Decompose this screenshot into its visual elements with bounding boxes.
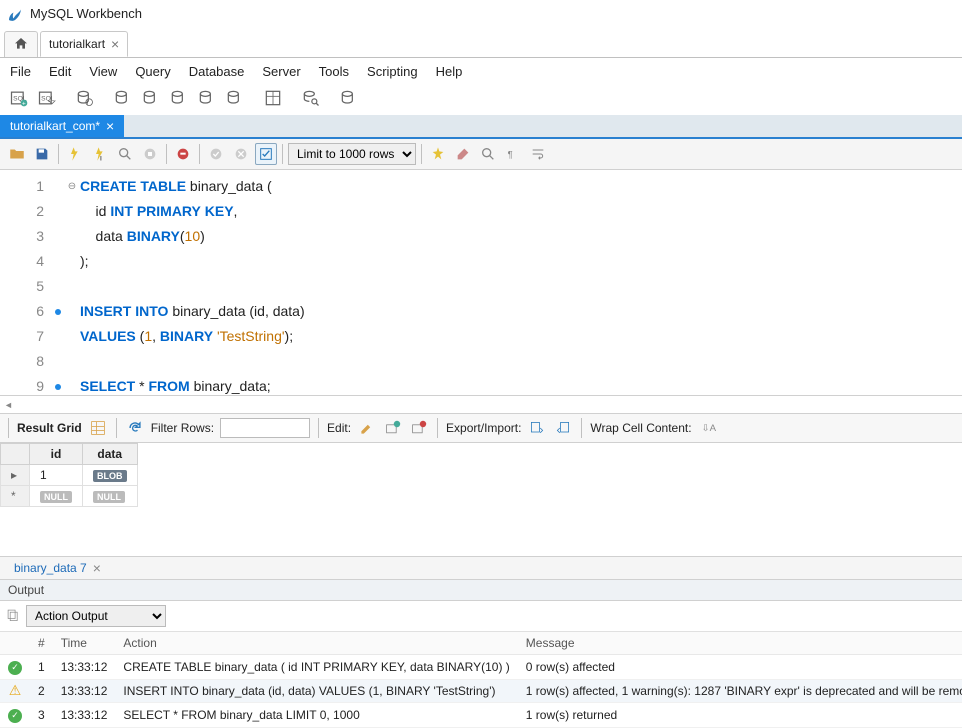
grid-icon[interactable] xyxy=(88,418,108,438)
stop-icon[interactable] xyxy=(139,143,161,165)
connection-tab-label: tutorialkart xyxy=(49,37,105,51)
rollback-icon[interactable] xyxy=(230,143,252,165)
result-grid-label: Result Grid xyxy=(17,421,82,435)
new-sql-tab-icon[interactable]: SQL+ xyxy=(8,87,30,109)
output-header: Output xyxy=(0,580,962,601)
output-row[interactable]: ✓313:33:12SELECT * FROM binary_data LIMI… xyxy=(0,703,962,728)
delete-row-icon[interactable] xyxy=(409,418,429,438)
commit-icon[interactable] xyxy=(205,143,227,165)
menu-tools[interactable]: Tools xyxy=(319,64,349,79)
svg-text:i: i xyxy=(87,100,88,106)
svg-text:SQL: SQL xyxy=(41,95,55,102)
connection-tabstrip: tutorialkart × xyxy=(0,28,962,58)
refresh-icon[interactable] xyxy=(125,418,145,438)
editor-tab-label: tutorialkart_com* xyxy=(10,119,100,133)
filter-label: Filter Rows: xyxy=(151,421,214,435)
editor-scrollbar[interactable] xyxy=(0,395,962,413)
db-icon-3[interactable] xyxy=(168,87,190,109)
home-tab[interactable] xyxy=(4,31,38,57)
output-row[interactable]: ⚠213:33:12INSERT INTO binary_data (id, d… xyxy=(0,679,962,703)
autocommit-icon[interactable] xyxy=(255,143,277,165)
close-icon[interactable]: × xyxy=(111,37,119,51)
search-db-icon[interactable] xyxy=(300,87,322,109)
stop-on-error-icon[interactable] xyxy=(172,143,194,165)
db-icon-1[interactable] xyxy=(112,87,134,109)
table-icon[interactable] xyxy=(262,87,284,109)
result-toolbar: Result Grid Filter Rows: Edit: Export/Im… xyxy=(0,413,962,443)
editor-toolbar: I Limit to 1000 rows ¶ xyxy=(0,139,962,171)
svg-text:⇩A: ⇩A xyxy=(701,423,715,434)
explain-icon[interactable] xyxy=(114,143,136,165)
table-row[interactable]: * NULL NULL xyxy=(1,486,138,507)
output-table: # Time Action Message ✓113:33:12CREATE T… xyxy=(0,632,962,728)
app-icon xyxy=(6,5,24,23)
menu-query[interactable]: Query xyxy=(135,64,170,79)
limit-select[interactable]: Limit to 1000 rows xyxy=(288,143,416,165)
output-toolbar: Action Output xyxy=(0,601,962,632)
result-grid[interactable]: id data ▸ 1 BLOB * NULL NULL xyxy=(0,443,962,556)
menu-file[interactable]: File xyxy=(10,64,31,79)
brush-icon[interactable] xyxy=(452,143,474,165)
svg-text:I: I xyxy=(100,156,102,162)
editor-tab[interactable]: tutorialkart_com* × xyxy=(0,115,124,137)
window-title: MySQL Workbench xyxy=(30,6,142,21)
menu-help[interactable]: Help xyxy=(436,64,463,79)
col-data[interactable]: data xyxy=(83,444,138,465)
close-icon[interactable]: × xyxy=(93,561,101,575)
titlebar: MySQL Workbench xyxy=(0,0,962,28)
execute-icon[interactable] xyxy=(64,143,86,165)
menu-scripting[interactable]: Scripting xyxy=(367,64,418,79)
main-toolbar: SQL+ SQL i xyxy=(0,83,962,115)
output-copy-icon[interactable] xyxy=(6,608,20,625)
wrap-icon[interactable] xyxy=(527,143,549,165)
find-icon[interactable] xyxy=(477,143,499,165)
export-label: Export/Import: xyxy=(446,421,521,435)
result-tabstrip: binary_data 7 × xyxy=(0,557,962,581)
svg-text:¶: ¶ xyxy=(508,149,513,159)
db-icon-2[interactable] xyxy=(140,87,162,109)
invisible-chars-icon[interactable]: ¶ xyxy=(502,143,524,165)
open-sql-icon[interactable]: SQL xyxy=(36,87,58,109)
table-row[interactable]: ▸ 1 BLOB xyxy=(1,465,138,486)
beautify-icon[interactable] xyxy=(427,143,449,165)
menubar: File Edit View Query Database Server Too… xyxy=(0,58,962,83)
svg-text:+: + xyxy=(22,100,26,107)
wrap-cell-icon[interactable]: ⇩A xyxy=(698,418,718,438)
execute-cursor-icon[interactable]: I xyxy=(89,143,111,165)
db-icon-5[interactable] xyxy=(224,87,246,109)
connection-tab[interactable]: tutorialkart × xyxy=(40,31,128,57)
db-reconnect-icon[interactable] xyxy=(338,87,360,109)
col-id[interactable]: id xyxy=(30,444,83,465)
output-type-select[interactable]: Action Output xyxy=(26,605,166,627)
menu-view[interactable]: View xyxy=(89,64,117,79)
menu-database[interactable]: Database xyxy=(189,64,245,79)
open-file-icon[interactable] xyxy=(6,143,28,165)
import-icon[interactable] xyxy=(553,418,573,438)
export-icon[interactable] xyxy=(527,418,547,438)
db-admin-icon[interactable]: i xyxy=(74,87,96,109)
db-icon-4[interactable] xyxy=(196,87,218,109)
edit-label: Edit: xyxy=(327,421,351,435)
save-icon[interactable] xyxy=(31,143,53,165)
sql-editor[interactable]: 123456789 ⊖ CREATE TABLE binary_data ( i… xyxy=(0,170,962,395)
edit-row-icon[interactable] xyxy=(357,418,377,438)
close-icon[interactable]: × xyxy=(106,119,114,133)
wrap-label: Wrap Cell Content: xyxy=(590,421,691,435)
output-row[interactable]: ✓113:33:12CREATE TABLE binary_data ( id … xyxy=(0,655,962,680)
editor-tabstrip: tutorialkart_com* × xyxy=(0,115,962,139)
filter-input[interactable] xyxy=(220,418,310,438)
add-row-icon[interactable] xyxy=(383,418,403,438)
result-tab[interactable]: binary_data 7 × xyxy=(6,559,109,577)
menu-edit[interactable]: Edit xyxy=(49,64,71,79)
menu-server[interactable]: Server xyxy=(262,64,300,79)
